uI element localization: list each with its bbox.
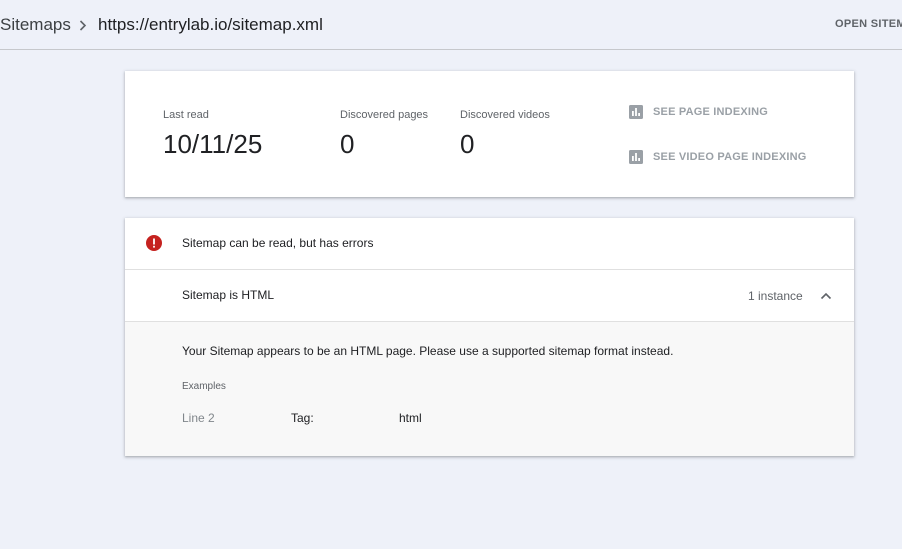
bar-chart-icon [629, 150, 643, 164]
see-page-indexing-link[interactable]: SEE PAGE INDEXING [629, 104, 768, 120]
discovered-videos-value: 0 [460, 129, 475, 159]
status-header: Sitemap can be read, but has errors [125, 218, 854, 270]
status-message: Sitemap can be read, but has errors [182, 236, 374, 250]
example-tag-label: Tag: [291, 411, 314, 425]
issue-row[interactable]: Sitemap is HTML 1 instance [125, 270, 854, 322]
last-read-label: Last read [163, 109, 209, 121]
examples-label: Examples [182, 381, 226, 392]
see-page-indexing-label: SEE PAGE INDEXING [653, 106, 769, 118]
chevron-right-icon [76, 16, 90, 34]
sitemap-errors-card: Sitemap can be read, but has errors Site… [125, 218, 854, 456]
example-line: Line 2 [182, 411, 215, 425]
bar-chart-icon [629, 105, 643, 119]
error-icon [146, 235, 162, 251]
issue-name: Sitemap is HTML [182, 288, 275, 302]
open-sitemap-button[interactable]: OPEN SITEMAP [835, 18, 902, 30]
issue-details: Your Sitemap appears to be an HTML page.… [125, 322, 854, 456]
sitemap-summary-card: Last read 10/11/25 Discovered pages 0 Di… [125, 71, 854, 197]
issue-description: Your Sitemap appears to be an HTML page.… [182, 344, 674, 358]
last-read-value: 10/11/25 [163, 129, 263, 159]
breadcrumb-current-url: https://entrylab.io/sitemap.xml [98, 15, 323, 34]
header-bar: Sitemaps https://entrylab.io/sitemap.xml… [0, 0, 902, 50]
see-video-indexing-label: SEE VIDEO PAGE INDEXING [653, 151, 807, 163]
issue-instance-count: 1 instance [748, 289, 803, 303]
discovered-pages-label: Discovered pages [340, 109, 429, 121]
discovered-pages-value: 0 [340, 129, 355, 159]
chevron-up-icon[interactable] [819, 289, 833, 303]
discovered-videos-label: Discovered videos [460, 109, 550, 121]
see-video-indexing-link[interactable]: SEE VIDEO PAGE INDEXING [629, 149, 807, 165]
example-tag-value: html [399, 411, 422, 425]
breadcrumb-sitemaps[interactable]: Sitemaps [0, 15, 71, 35]
